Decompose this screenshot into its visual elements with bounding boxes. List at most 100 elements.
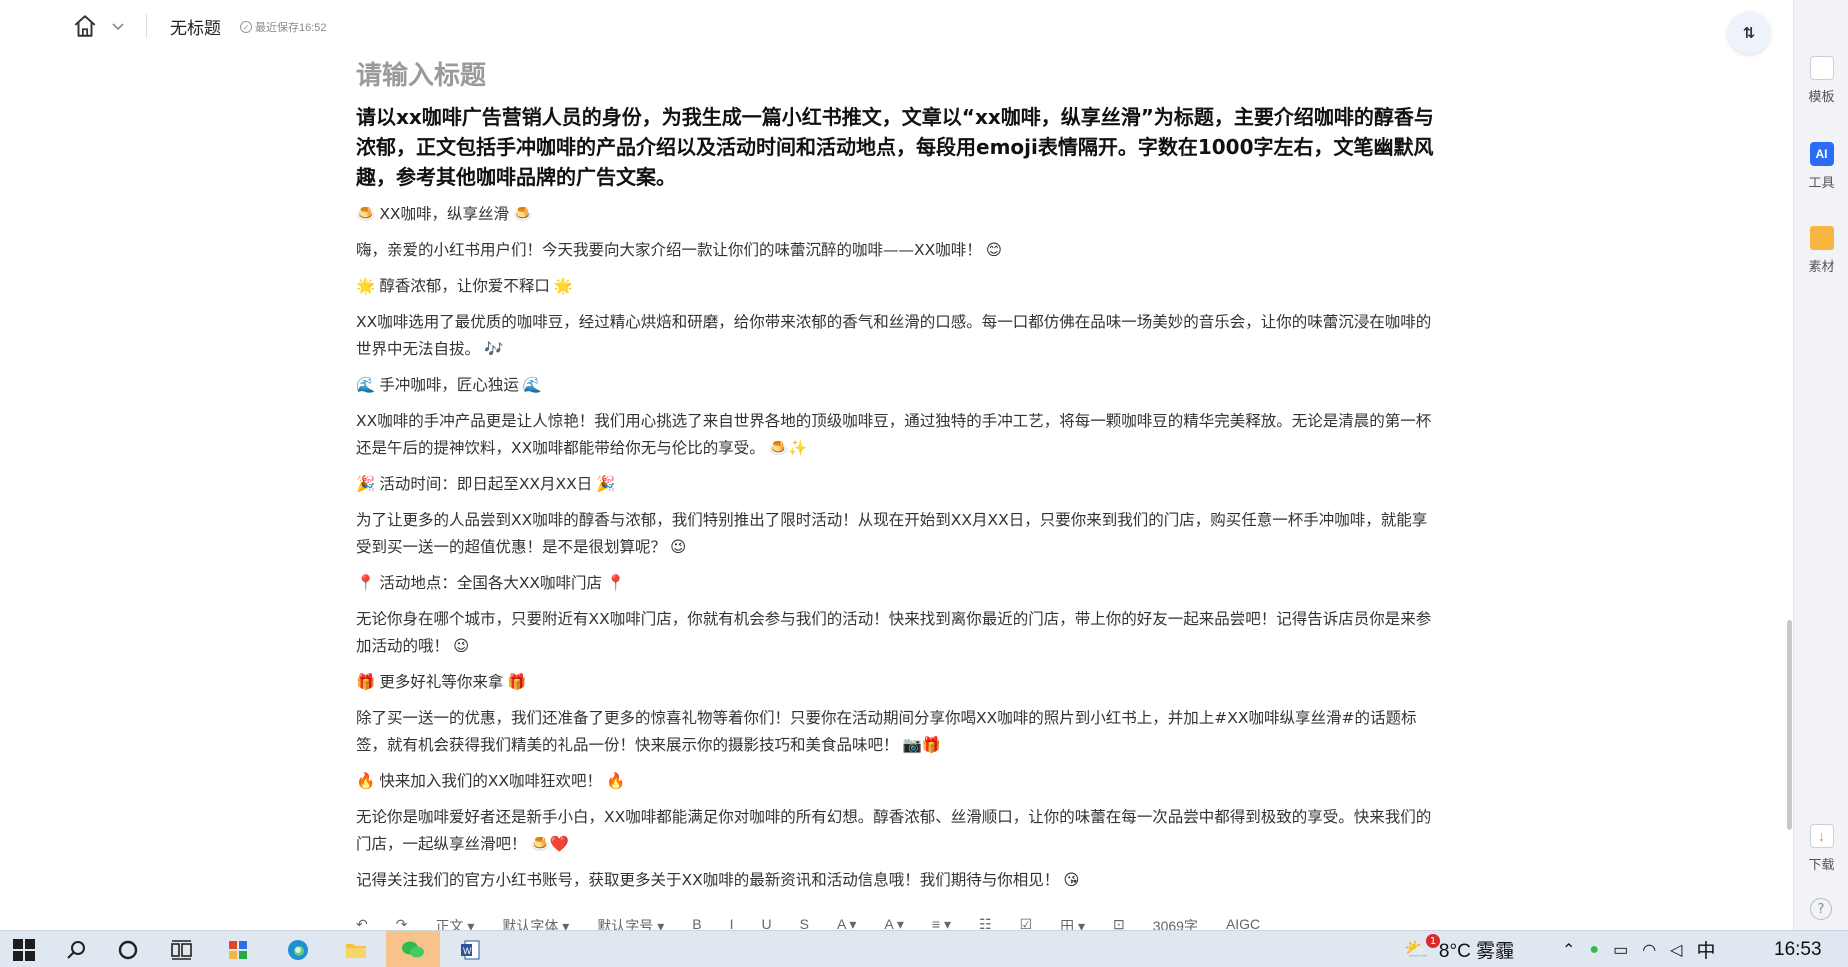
- document-body[interactable]: 请输入标题 请以xx咖啡广告营销人员的身份，为我生成一篇小红书推文，文章以“xx…: [356, 56, 1436, 894]
- content-paragraph[interactable]: XX咖啡的手冲产品更是让人惊艳！我们用心挑选了来自世界各地的顶级咖啡豆，通过独特…: [356, 408, 1436, 462]
- weather-widget[interactable]: ⛅ 8°C 雾霾: [1404, 931, 1514, 967]
- ai-icon: AI: [1809, 142, 1834, 166]
- paragraph-text: 活动时间：即日起至XX月XX日: [379, 475, 593, 493]
- toolbar-item[interactable]: ≡ ▾: [932, 918, 951, 930]
- toolbar-item[interactable]: 3069字: [1153, 918, 1198, 930]
- word-icon: W: [461, 940, 480, 959]
- battery-icon[interactable]: ▭: [1613, 940, 1628, 960]
- emoji-icon: 🌟: [553, 277, 574, 295]
- tools-label: 工具: [1808, 175, 1835, 190]
- paragraph-text: 无论你是咖啡爱好者还是新手小白，XX咖啡都能满足你对咖啡的所有幻想。醇香浓郁、丝…: [356, 808, 1432, 853]
- document-title[interactable]: 无标题: [170, 14, 221, 39]
- paragraph-text: 为了让更多的人品尝到XX咖啡的醇香与浓郁，我们特别推出了限时活动！从现在开始到X…: [356, 511, 1428, 556]
- toolbar-item[interactable]: 正文 ▾: [435, 918, 474, 930]
- toolbar-item[interactable]: ☷: [979, 918, 992, 930]
- word-button[interactable]: W: [446, 931, 494, 967]
- file-explorer-button[interactable]: [332, 931, 380, 967]
- toolbar-item[interactable]: S: [800, 918, 809, 930]
- emoji-icon: 😘: [1063, 871, 1080, 889]
- ai-tools-button[interactable]: AI 工具: [1794, 142, 1848, 191]
- home-icon[interactable]: [72, 13, 98, 39]
- toolbar-item[interactable]: A ▾: [837, 918, 856, 930]
- content-paragraph[interactable]: 📍 活动地点：全国各大XX咖啡门店 📍: [356, 570, 1436, 597]
- content-paragraph[interactable]: 🎉 活动时间：即日起至XX月XX日 🎉: [356, 471, 1436, 498]
- emoji-icon: 🌊: [522, 376, 543, 394]
- emoji-icon: 🎶: [484, 340, 504, 358]
- wifi-icon[interactable]: ◠: [1642, 940, 1656, 960]
- toolbar-item[interactable]: U: [761, 918, 771, 930]
- weather-badge: 1: [1426, 934, 1440, 948]
- top-bar: 无标题 ✓ 最近保存16:52 ⇅: [0, 0, 1790, 54]
- edge-icon: [288, 939, 308, 960]
- toolbar-item[interactable]: ⊡: [1113, 918, 1125, 930]
- toolbar-item[interactable]: A ▾: [884, 918, 903, 930]
- paragraph-text: XX咖啡，纵享丝滑: [379, 205, 510, 223]
- chevron-down-icon[interactable]: [110, 18, 126, 34]
- toolbar-item[interactable]: ↶: [356, 918, 368, 930]
- content-paragraph[interactable]: 无论你身在哪个城市，只要附近有XX咖啡门店，你就有机会参与我们的活动！快来找到离…: [356, 606, 1436, 660]
- clock[interactable]: 16:53: [1774, 931, 1822, 967]
- help-button[interactable]: ?: [1810, 898, 1832, 920]
- volume-icon[interactable]: ◁: [1670, 940, 1682, 960]
- wechat-button[interactable]: [386, 931, 440, 967]
- folder-icon: [346, 943, 366, 958]
- emoji-icon: 🌟: [356, 277, 376, 295]
- content-paragraph[interactable]: 记得关注我们的官方小红书账号，获取更多关于XX咖啡的最新资讯和活动信息哦！我们期…: [356, 867, 1436, 894]
- task-view-button[interactable]: [158, 931, 206, 967]
- content-paragraph[interactable]: 嗨，亲爱的小红书用户们！今天我要向大家介绍一款让你们的味蕾沉醉的咖啡——XX咖啡…: [356, 237, 1436, 264]
- emoji-icon: 🎁: [507, 673, 527, 691]
- content-paragraph[interactable]: 🌟 醇香浓郁，让你爱不释口 🌟: [356, 273, 1436, 300]
- toolbar-item[interactable]: AIGC: [1226, 918, 1260, 930]
- paragraph-text: XX咖啡的手冲产品更是让人惊艳！我们用心挑选了来自世界各地的顶级咖啡豆，通过独特…: [356, 412, 1432, 457]
- start-button[interactable]: [0, 931, 48, 967]
- emoji-icon: 🔥: [606, 772, 626, 790]
- emoji-icon: 😊: [985, 241, 1002, 259]
- emoji-icon: 😉: [670, 538, 687, 556]
- toolbar-item[interactable]: 田 ▾: [1060, 918, 1085, 930]
- cortana-button[interactable]: [104, 931, 152, 967]
- paragraph-text: 醇香浓郁，让你爱不释口: [379, 277, 550, 295]
- emoji-icon: 🍮✨: [768, 439, 808, 457]
- emoji-icon: 📍: [356, 574, 376, 592]
- content-paragraph[interactable]: 除了买一送一的优惠，我们还准备了更多的惊喜礼物等着你们！只要你在活动期间分享你喝…: [356, 705, 1436, 759]
- template-icon: [1809, 56, 1834, 80]
- emoji-icon: 🎉: [596, 475, 616, 493]
- toolbar-item[interactable]: I: [730, 918, 734, 930]
- wechat-tray-icon[interactable]: ●: [1589, 941, 1599, 959]
- content-paragraph[interactable]: XX咖啡选用了最优质的咖啡豆，经过精心烘焙和研磨，给你带来浓郁的香气和丝滑的口感…: [356, 309, 1436, 363]
- paragraph-text: 活动地点：全国各大XX咖啡门店: [379, 574, 603, 592]
- toolbar-item[interactable]: ☑: [1020, 918, 1033, 930]
- toolbar-item[interactable]: 默认字号 ▾: [597, 918, 664, 930]
- paragraph-text: 更多好礼等你来拿: [379, 673, 504, 691]
- content-paragraph[interactable]: 🔥 快来加入我们的XX咖啡狂欢吧！ 🔥: [356, 768, 1436, 795]
- prompt-paragraph[interactable]: 请以xx咖啡广告营销人员的身份，为我生成一篇小红书推文，文章以“xx咖啡，纵享丝…: [356, 102, 1436, 192]
- content-paragraph[interactable]: 🎁 更多好礼等你来拿 🎁: [356, 669, 1436, 696]
- header-divider: [146, 14, 147, 38]
- paragraph-text: 记得关注我们的官方小红书账号，获取更多关于XX咖啡的最新资讯和活动信息哦！我们期…: [356, 871, 1060, 889]
- toolbar-item[interactable]: 默认字体 ▾: [502, 918, 569, 930]
- ime-indicator[interactable]: 中: [1696, 936, 1715, 963]
- content-paragraph[interactable]: 无论你是咖啡爱好者还是新手小白，XX咖啡都能满足你对咖啡的所有幻想。醇香浓郁、丝…: [356, 804, 1436, 858]
- content-paragraph[interactable]: 🍮 XX咖啡，纵享丝滑 🍮: [356, 201, 1436, 228]
- toolbar-item[interactable]: B: [692, 918, 701, 930]
- sort-icon: ⇅: [1742, 24, 1756, 42]
- content-paragraph[interactable]: 为了让更多的人品尝到XX咖啡的醇香与浓郁，我们特别推出了限时活动！从现在开始到X…: [356, 507, 1436, 561]
- app-grid-icon: [229, 940, 247, 959]
- weather-text: 8°C 雾霾: [1438, 941, 1515, 962]
- template-button[interactable]: 模板: [1794, 56, 1848, 105]
- emoji-icon: 🍮: [513, 205, 533, 223]
- emoji-icon: 🔥: [356, 772, 376, 790]
- download-button[interactable]: ↓ 下载: [1794, 824, 1848, 873]
- edge-browser-button[interactable]: [274, 931, 322, 967]
- content-paragraph[interactable]: 🌊 手冲咖啡，匠心独运 🌊: [356, 372, 1436, 399]
- scrollbar[interactable]: [1787, 620, 1792, 830]
- app-grid-button[interactable]: [214, 931, 262, 967]
- title-placeholder[interactable]: 请输入标题: [356, 56, 1436, 96]
- material-button[interactable]: 素材: [1794, 226, 1848, 275]
- toolbar-item[interactable]: ↷: [396, 918, 408, 930]
- system-tray: ⌃ ● ▭ ◠ ◁ 中: [1562, 931, 1716, 967]
- chevron-up-icon[interactable]: ⌃: [1562, 940, 1575, 960]
- sort-button[interactable]: ⇅: [1728, 12, 1770, 54]
- windows-taskbar: W ⛅ 8°C 雾霾 1 ⌃ ● ▭ ◠ ◁ 中 16:53: [0, 930, 1848, 967]
- search-button[interactable]: [52, 931, 100, 967]
